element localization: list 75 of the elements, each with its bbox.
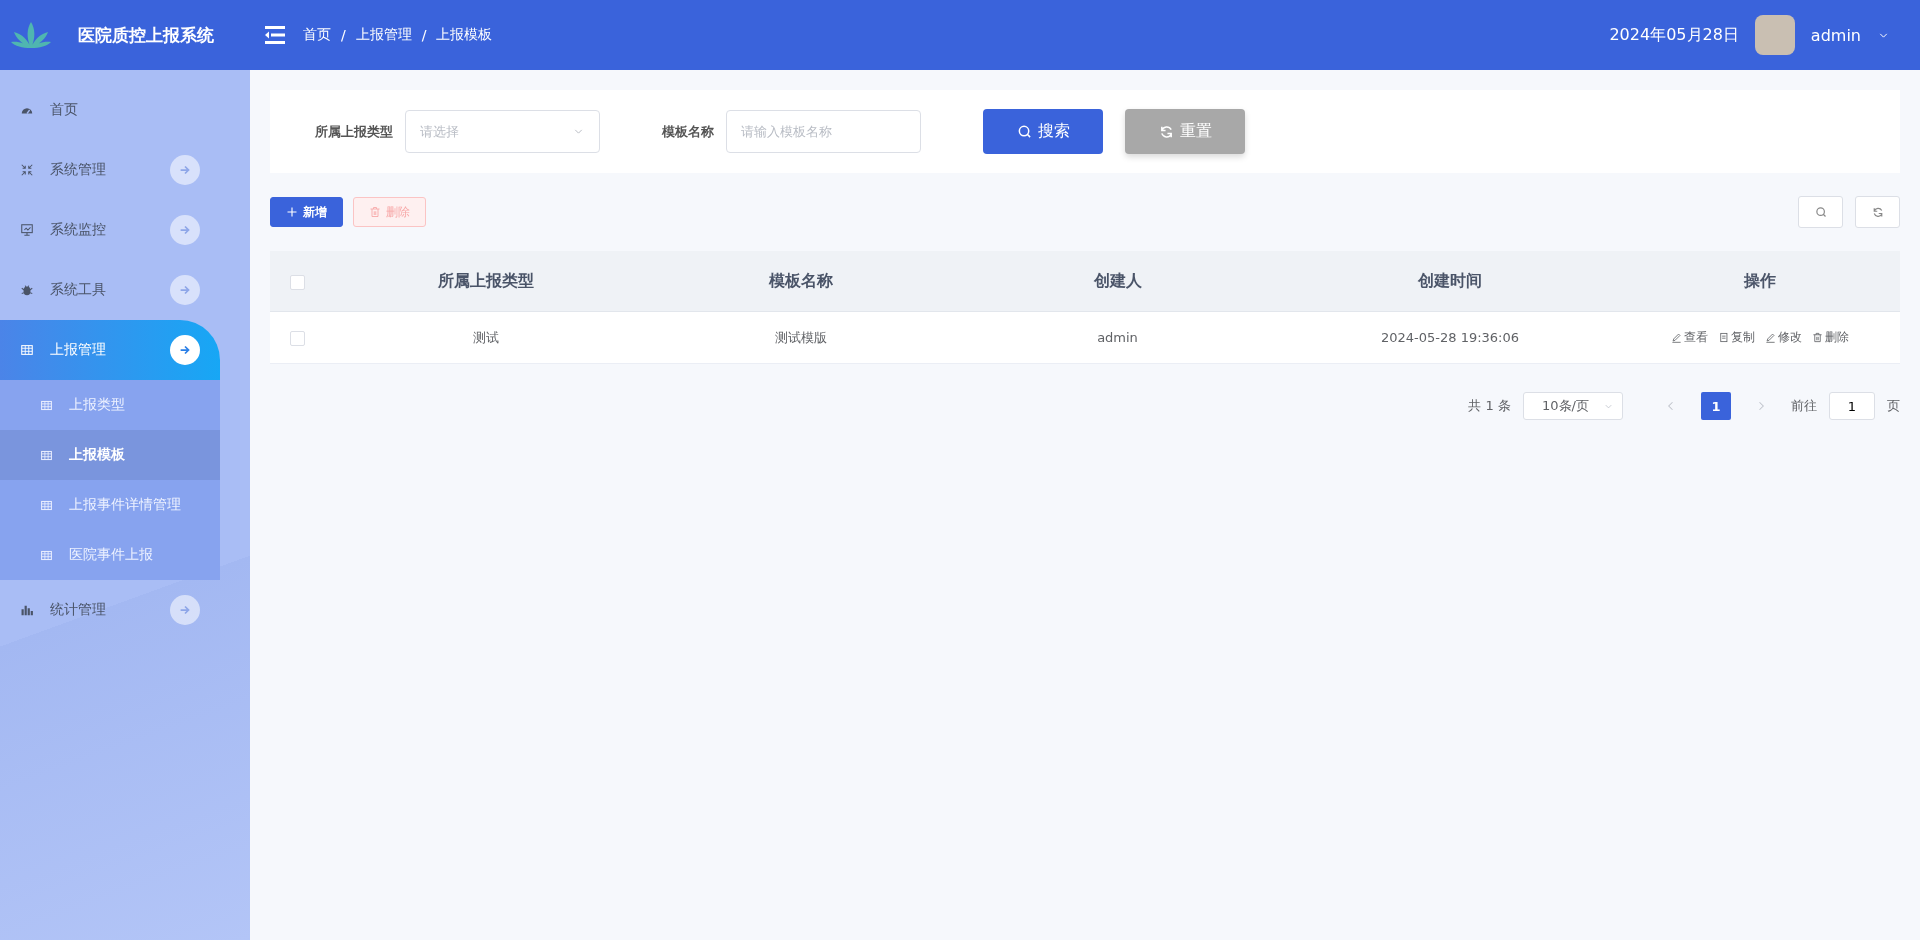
column-header: 所属上报类型: [325, 251, 647, 312]
search-toggle-button[interactable]: [1798, 196, 1843, 228]
sidebar-item[interactable]: 系统工具: [0, 260, 220, 320]
sidebar-item[interactable]: 首页: [0, 80, 220, 140]
arrow-right-icon: [178, 163, 192, 177]
table-cell: 测试: [325, 311, 647, 364]
bug-icon: [20, 283, 34, 297]
sidebar-item[interactable]: 系统监控: [0, 200, 220, 260]
sidebar-item[interactable]: 统计管理: [0, 580, 220, 640]
page-suffix: 页: [1887, 397, 1900, 415]
column-header: 操作: [1620, 251, 1900, 312]
avatar-photo[interactable]: [1754, 15, 1795, 55]
sidebar-subitem[interactable]: 上报模板: [0, 430, 220, 480]
search-button[interactable]: 搜索: [983, 109, 1103, 154]
sidebar-item[interactable]: 系统管理: [0, 140, 220, 200]
table-icon: [40, 448, 53, 462]
user-name[interactable]: admin: [1810, 25, 1861, 45]
breadcrumb-item[interactable]: 上报管理: [355, 26, 412, 44]
column-header: 模板名称: [647, 251, 955, 312]
page-number[interactable]: 1: [1701, 392, 1731, 420]
column-header: 创建人: [955, 251, 1280, 312]
breadcrumb-separator: /: [421, 27, 427, 43]
arrow-button[interactable]: [170, 155, 200, 185]
copy-icon: [1718, 332, 1729, 343]
table-icon: [40, 548, 53, 562]
trash-icon: [1812, 332, 1823, 343]
arrow-button[interactable]: [170, 335, 200, 365]
table-icon: [40, 498, 53, 512]
monitor-icon: [20, 223, 34, 237]
pencil-icon: [1765, 332, 1776, 343]
menu-icon[interactable]: [265, 26, 285, 44]
add-button[interactable]: 新增: [270, 197, 343, 227]
filter-label: 所属上报类型: [315, 122, 393, 141]
arrow-button[interactable]: [170, 215, 200, 245]
arrow-right-icon: [178, 343, 192, 357]
pencil-icon: [1671, 332, 1682, 343]
row-checkbox[interactable]: [290, 330, 305, 346]
table-icon: [20, 343, 34, 357]
sidebar-item[interactable]: 上报管理: [0, 320, 220, 380]
refresh-button[interactable]: [1855, 196, 1900, 228]
arrow-button[interactable]: [170, 275, 200, 305]
table-cell: 测试模版: [647, 311, 955, 364]
arrow-right-icon: [178, 603, 192, 617]
refresh-icon: [1871, 206, 1884, 218]
breadcrumb-item[interactable]: 上报模板: [436, 26, 493, 44]
input-field[interactable]: 请输入模板名称: [726, 110, 921, 153]
table-icon: [40, 398, 53, 412]
table-cell: admin: [955, 311, 1280, 364]
total-count: 共 1 条: [1468, 397, 1511, 415]
refresh-icon: [1158, 124, 1174, 139]
action-link[interactable]: 修改: [1765, 329, 1802, 346]
arrow-right-icon: [178, 223, 192, 237]
filter-label: 模板名称: [662, 122, 714, 141]
search-icon: [1814, 206, 1827, 218]
leaf-logo-icon: [10, 20, 52, 50]
breadcrumb-separator: /: [341, 27, 346, 43]
goto-page-field[interactable]: 1: [1829, 392, 1875, 420]
goto-label: 前往: [1791, 397, 1817, 415]
column-header: 创建时间: [1280, 251, 1620, 312]
search-icon: [1016, 124, 1032, 139]
compress-icon: [20, 163, 34, 177]
app-title: 医院质控上报系统: [78, 23, 214, 47]
plus-icon: [286, 206, 298, 218]
breadcrumb-item[interactable]: 首页: [303, 26, 331, 44]
page-size-select[interactable]: 10条/页: [1523, 392, 1623, 420]
action-link[interactable]: 删除: [1812, 329, 1849, 346]
action-link[interactable]: 查看: [1671, 329, 1708, 346]
select-all-checkbox[interactable]: [290, 274, 305, 290]
arrow-right-icon: [178, 283, 192, 297]
trash-icon: [369, 206, 381, 218]
bar-chart-icon: [20, 603, 34, 617]
action-link[interactable]: 复制: [1718, 329, 1755, 346]
date-text: 2024年05月28日: [1609, 24, 1739, 46]
table-cell: 2024-05-28 19:36:06: [1280, 311, 1620, 364]
arrow-button[interactable]: [170, 595, 200, 625]
